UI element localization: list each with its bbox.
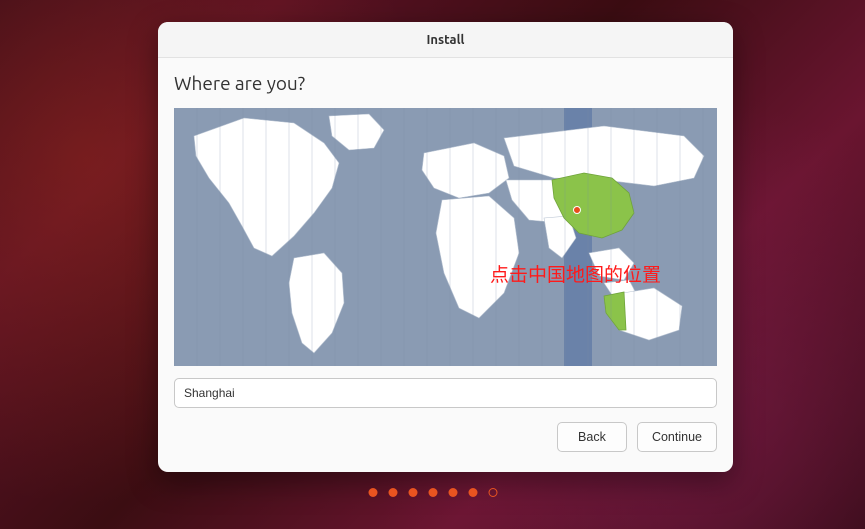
continue-button[interactable]: Continue [637, 422, 717, 452]
annotation-text: 点击中国地图的位置 [490, 260, 661, 287]
progress-dot [408, 488, 417, 497]
location-marker [573, 206, 581, 214]
progress-dot [448, 488, 457, 497]
window-content: Where are you? [158, 58, 733, 472]
button-row: Back Continue [174, 422, 717, 452]
world-map-svg [174, 108, 717, 366]
location-input[interactable] [174, 378, 717, 408]
desktop-background: Install Where are you? [0, 0, 865, 529]
progress-dot [468, 488, 477, 497]
window-title: Install [427, 33, 465, 47]
installer-window: Install Where are you? [158, 22, 733, 472]
highlighted-region-wa [604, 292, 626, 330]
page-heading: Where are you? [174, 72, 717, 94]
timezone-map[interactable]: 点击中国地图的位置 [174, 108, 717, 366]
progress-dot [428, 488, 437, 497]
progress-dots [368, 488, 497, 497]
progress-dot-current [488, 488, 497, 497]
window-titlebar: Install [158, 22, 733, 58]
progress-dot [388, 488, 397, 497]
progress-dot [368, 488, 377, 497]
back-button[interactable]: Back [557, 422, 627, 452]
